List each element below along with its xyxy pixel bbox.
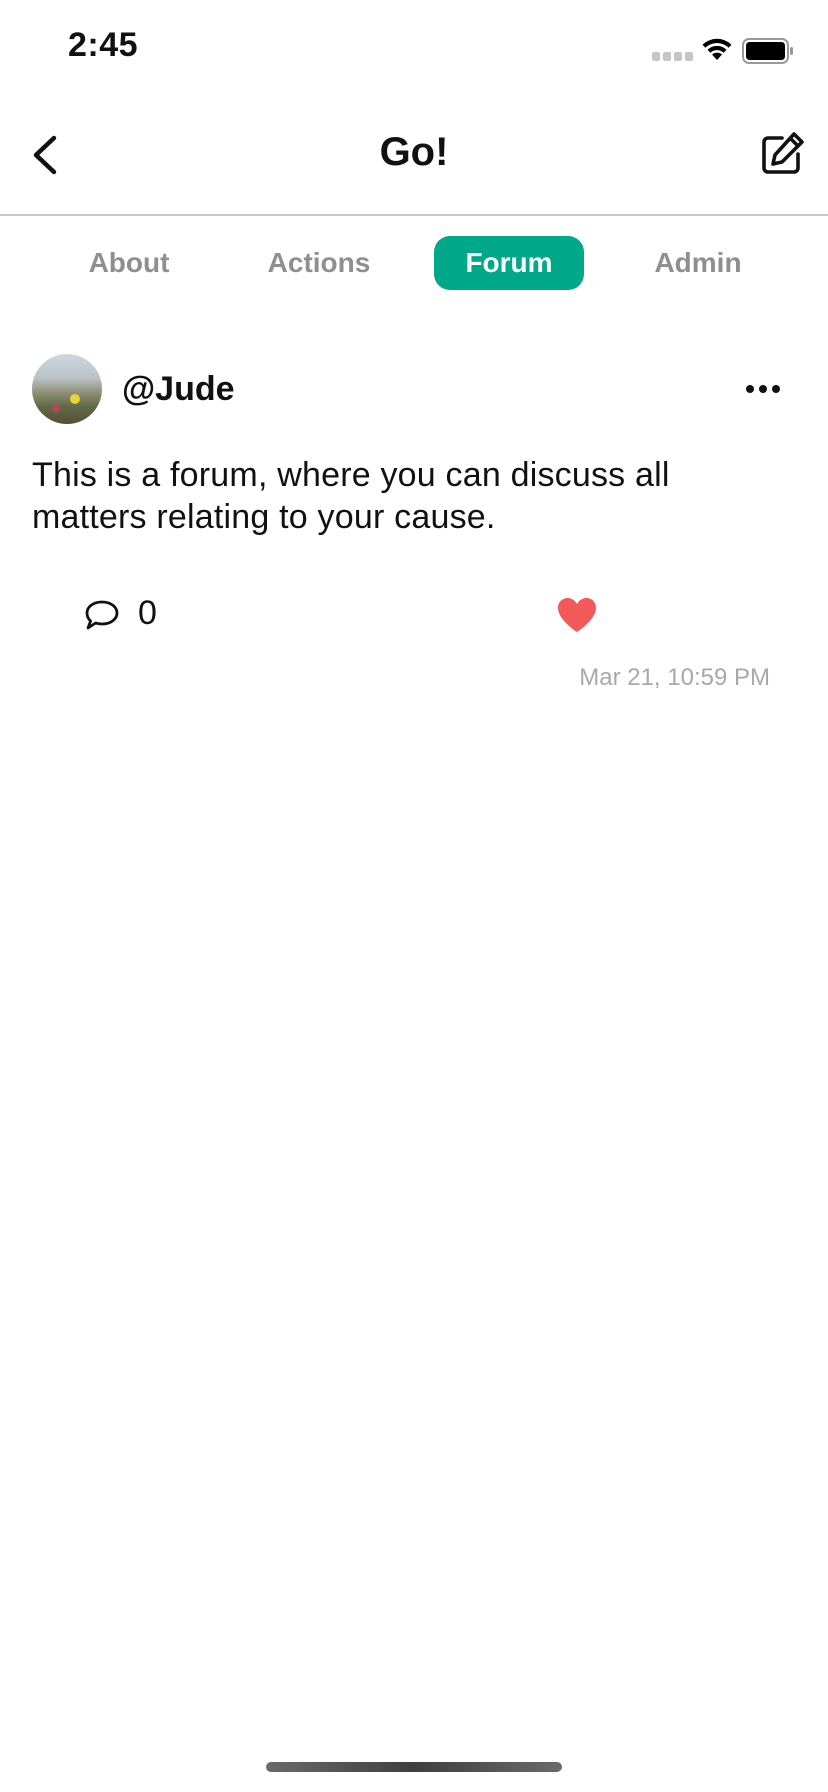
status-bar: 2:45 — [0, 0, 828, 100]
post-timestamp: Mar 21, 10:59 PM — [579, 664, 770, 691]
comment-icon[interactable] — [84, 598, 120, 632]
tab-admin[interactable]: Admin — [630, 236, 766, 290]
heart-icon[interactable] — [556, 596, 598, 634]
tab-about[interactable]: About — [60, 236, 198, 290]
comment-count: 0 — [138, 594, 157, 632]
home-indicator[interactable] — [266, 1762, 562, 1772]
cellular-signal-icon — [652, 52, 693, 61]
post-username[interactable]: @Jude — [122, 370, 235, 409]
more-options-icon[interactable] — [746, 382, 780, 396]
avatar[interactable] — [32, 354, 102, 424]
navigation-bar: Go! — [0, 100, 828, 216]
status-time: 2:45 — [68, 26, 139, 64]
battery-icon — [742, 38, 793, 64]
compose-icon[interactable] — [758, 130, 806, 178]
segmented-tabs: About Actions Forum Admin — [0, 236, 828, 290]
post-body: This is a forum, where you can discuss a… — [32, 456, 670, 536]
tab-forum[interactable]: Forum — [434, 236, 584, 290]
wifi-icon — [702, 38, 732, 60]
page-title: Go! — [379, 130, 449, 174]
tab-actions[interactable]: Actions — [248, 236, 390, 290]
